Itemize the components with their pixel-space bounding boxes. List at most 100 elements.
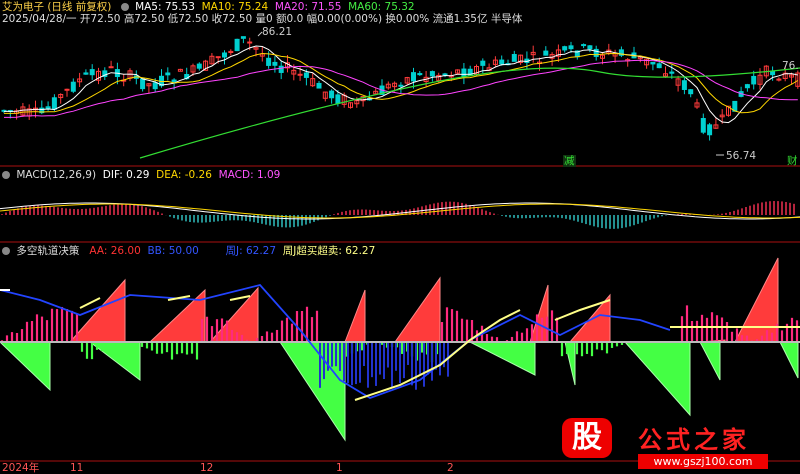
candle (656, 63, 662, 69)
watermark-bull-icon: 股 (562, 418, 612, 458)
indicator-bb: BB: 50.00 (147, 245, 199, 257)
quote-float: 流通1.35亿 (432, 13, 488, 25)
candle (688, 89, 694, 95)
event-badge-cai[interactable]: 财 (787, 155, 798, 167)
zhou-j-line (229, 295, 251, 301)
xaxis-nov: 11 (70, 462, 84, 474)
candle (316, 82, 322, 89)
xaxis-year: 2024年 (2, 462, 40, 474)
candle (461, 68, 467, 78)
macd-icon[interactable] (2, 171, 10, 179)
bear-triangle (699, 341, 721, 381)
candle (681, 80, 687, 90)
candle (247, 41, 253, 44)
indicator-zhou-overbought: 周J超买超卖: 62.27 (282, 245, 376, 257)
candle (499, 59, 505, 65)
candle (234, 38, 240, 52)
candle (70, 81, 76, 92)
quote-amplitude: 幅0.00(0.00%) (306, 13, 383, 25)
quote-volume: 量0 (255, 13, 273, 25)
bear-triangle (779, 341, 799, 379)
ma5-value: MA5: 75.53 (135, 1, 195, 13)
bear-triangle (469, 341, 536, 376)
candle (751, 75, 757, 85)
bull-triangle (68, 278, 126, 343)
zero-line (0, 341, 800, 343)
candle (700, 118, 706, 133)
candle (51, 97, 57, 110)
candle (429, 71, 435, 77)
indicator-icon[interactable] (2, 247, 10, 255)
candle (140, 78, 146, 90)
candle (303, 72, 309, 78)
candle (240, 36, 246, 39)
candle (442, 73, 448, 76)
macd-value: MACD: 1.09 (218, 169, 281, 181)
ma20-value: MA20: 71.55 (274, 1, 342, 13)
quote-amount: 额0.0 (276, 13, 304, 25)
candle (587, 45, 593, 50)
quote-open: 开72.50 (79, 13, 121, 25)
candle (335, 94, 341, 104)
candle (744, 84, 750, 89)
high-price-label: 86.21 (262, 26, 293, 38)
macd-header: MACD(12,26,9) DIF: 0.29 DEA: -0.26 MACD:… (2, 169, 280, 181)
candle (329, 90, 335, 99)
price-panel (1, 31, 800, 159)
candle (108, 66, 114, 69)
candle (511, 54, 517, 62)
bear-triangle (0, 341, 51, 392)
candle (89, 69, 95, 76)
xaxis-jan: 1 (336, 462, 343, 474)
bear-triangle (623, 341, 691, 417)
indicator-aa: AA: 26.00 (89, 245, 141, 257)
candle (297, 73, 303, 76)
bull-triangle (344, 289, 366, 343)
macd-dea: DEA: -0.26 (156, 169, 212, 181)
right-price-label: 76. (782, 60, 799, 72)
stock-name[interactable]: 艾为电子 (日线 前复权) (2, 1, 111, 13)
event-badge-jian[interactable]: 减 (563, 155, 576, 167)
quote-turnover: 换0.00% (385, 13, 430, 25)
zhou-j-line (79, 297, 101, 309)
settings-icon[interactable] (120, 3, 129, 11)
candle (568, 45, 574, 50)
quote-low: 低72.50 (167, 13, 209, 25)
watermark: 股 公式之家 www.gszj100.com (560, 418, 800, 474)
indicator-panel (0, 257, 800, 442)
ma10-value: MA10: 75.24 (201, 1, 269, 13)
candle (165, 72, 171, 76)
bull-triangle (394, 276, 441, 343)
bull-triangle (734, 257, 779, 343)
macd-title[interactable]: MACD(12,26,9) (16, 169, 96, 181)
candle (64, 88, 70, 91)
watermark-site-name: 公式之家 (638, 426, 750, 454)
candle (196, 63, 202, 69)
candle (272, 61, 278, 66)
candle (543, 50, 549, 56)
candle (480, 60, 486, 66)
candle (669, 71, 675, 74)
candle (222, 52, 227, 58)
ma60-value: MA60: 75.32 (348, 1, 415, 13)
indicator-title[interactable]: 多空轨道决策 (16, 245, 79, 257)
price-header-row-2: 2025/04/28/一 开72.50 高72.50 低72.50 收72.50… (2, 13, 522, 25)
quote-date: 2025/04/28/一 (2, 13, 77, 25)
candle (417, 73, 423, 76)
chart-canvas[interactable] (0, 0, 800, 474)
quote-close: 收72.50 (211, 13, 253, 25)
candle (411, 72, 416, 82)
indicator-header: 多空轨道决策 AA: 26.00 BB: 50.00 周J: 62.27 周J超… (2, 245, 375, 257)
macd-panel (0, 201, 800, 229)
candle (45, 106, 51, 110)
candle (152, 82, 158, 90)
candle (581, 44, 587, 47)
dif-line (0, 202, 800, 220)
quote-high: 高72.50 (123, 13, 165, 25)
candle (266, 57, 272, 66)
macd-dif: DIF: 0.29 (102, 169, 150, 181)
watermark-url: www.gszj100.com (638, 454, 768, 469)
xaxis-feb: 2 (447, 462, 454, 474)
candle (650, 61, 656, 65)
candle (398, 84, 404, 87)
